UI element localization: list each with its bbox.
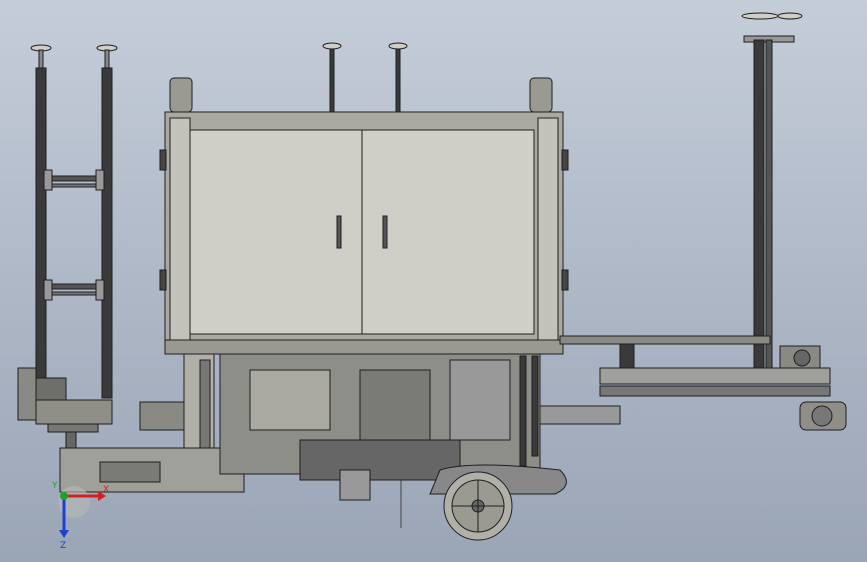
triad-z-label: Z <box>60 541 66 551</box>
triad-y-label: Y <box>51 481 58 491</box>
door-handle-right[interactable] <box>382 215 388 249</box>
cabinet-door-left[interactable] <box>189 129 363 335</box>
machine-assembly-drawing[interactable]: X Y Z <box>0 0 867 562</box>
central-cabinet[interactable] <box>159 42 569 355</box>
triad-x-label: X <box>103 485 109 495</box>
cabinet-door-right[interactable] <box>361 129 535 335</box>
door-handle-left[interactable] <box>336 215 342 249</box>
right-tower <box>539 12 847 431</box>
left-ladder-rack <box>17 44 118 449</box>
cad-viewport[interactable]: X Y Z <box>0 0 867 562</box>
lower-mechanism <box>59 353 567 541</box>
